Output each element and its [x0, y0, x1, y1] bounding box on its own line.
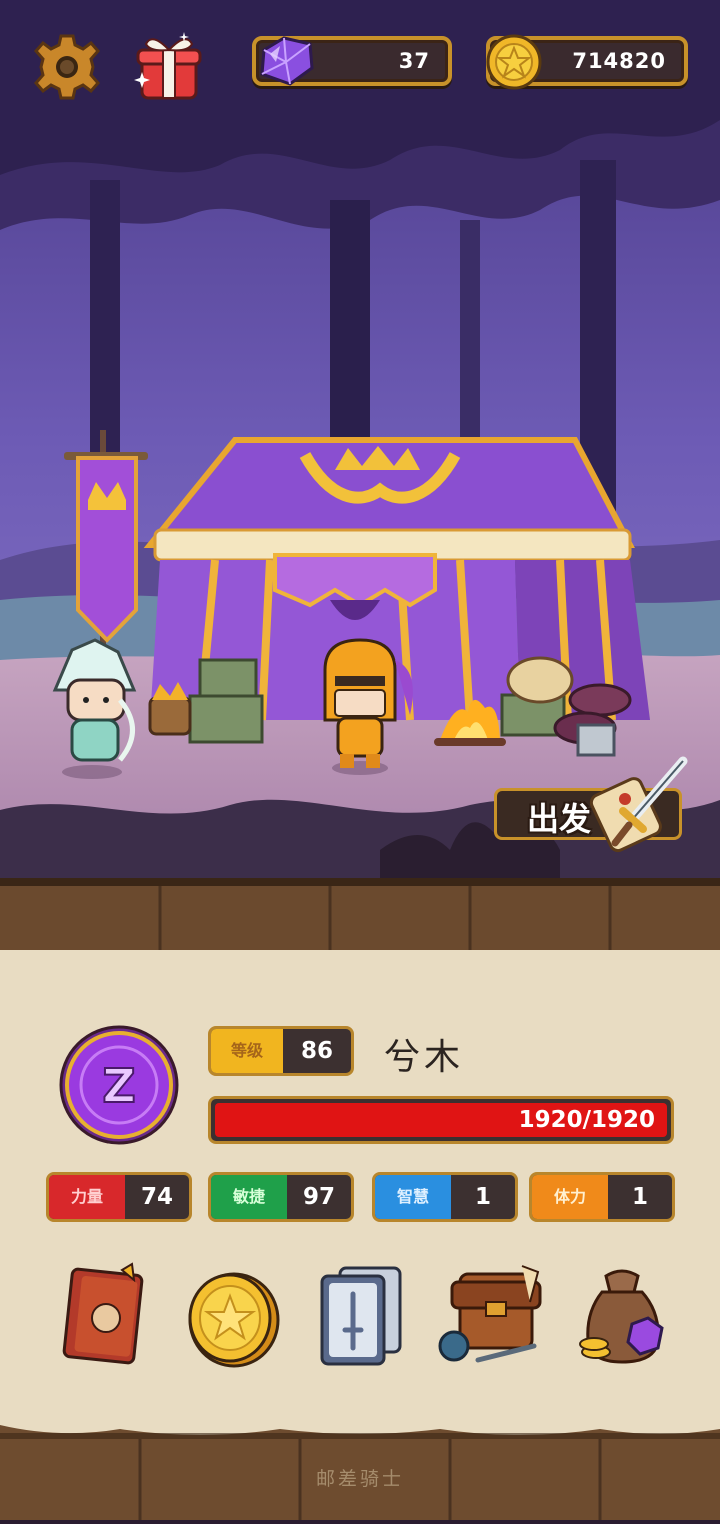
hero-name: 兮木 [384, 1037, 465, 1078]
stat-stamina: 体力 1 [529, 1172, 675, 1222]
emblem-letter: Z [102, 1059, 135, 1113]
gold-coin-icon [484, 32, 544, 94]
stat-label: 力量 [49, 1175, 125, 1219]
stat-value: 1 [474, 1184, 491, 1210]
level-value: 86 [300, 1038, 333, 1064]
gem-count: 37 [398, 49, 430, 73]
game-title: 邮差骑士 [315, 1468, 404, 1490]
stat-strength: 力量 74 [46, 1172, 192, 1222]
top-bar: 37 714820 [0, 0, 720, 110]
stat-value: 1 [631, 1184, 648, 1210]
stat-wisdom: 智慧 1 [372, 1172, 518, 1222]
gem-counter[interactable]: 37 [252, 36, 452, 86]
skill-cards-icon[interactable] [312, 1262, 412, 1372]
purple-gem-icon [250, 32, 320, 94]
gold-coin-icon[interactable] [182, 1262, 282, 1372]
camp-scene [0, 0, 720, 880]
settings-gear-icon[interactable] [34, 34, 100, 100]
stat-label: 敏捷 [211, 1175, 287, 1219]
stat-value: 97 [302, 1184, 335, 1210]
treasure-bag-icon[interactable] [572, 1262, 672, 1372]
level-badge: 等级 86 [208, 1026, 354, 1076]
depart-button-label: 出发 [527, 800, 592, 838]
gift-box-icon[interactable] [132, 30, 204, 104]
stat-label: 智慧 [375, 1175, 451, 1219]
gold-counter[interactable]: 714820 [486, 34, 688, 90]
depart-button[interactable]: 出发 [494, 756, 688, 853]
camp-background [0, 0, 720, 880]
level-label: 等级 [211, 1029, 283, 1073]
stat-agility: 敏捷 97 [208, 1172, 354, 1222]
equipment-backpack-icon[interactable] [438, 1262, 542, 1372]
hero-class-emblem-icon[interactable]: Z [58, 1024, 180, 1146]
scroll-sword-icon [589, 756, 688, 853]
gold-count: 714820 [572, 49, 666, 73]
hp-bar: 1920/1920 [208, 1096, 674, 1144]
stat-value: 74 [140, 1184, 173, 1210]
hero-book-icon[interactable] [56, 1262, 156, 1372]
hp-text: 1920/1920 [518, 1107, 655, 1133]
stat-label: 体力 [532, 1175, 608, 1219]
